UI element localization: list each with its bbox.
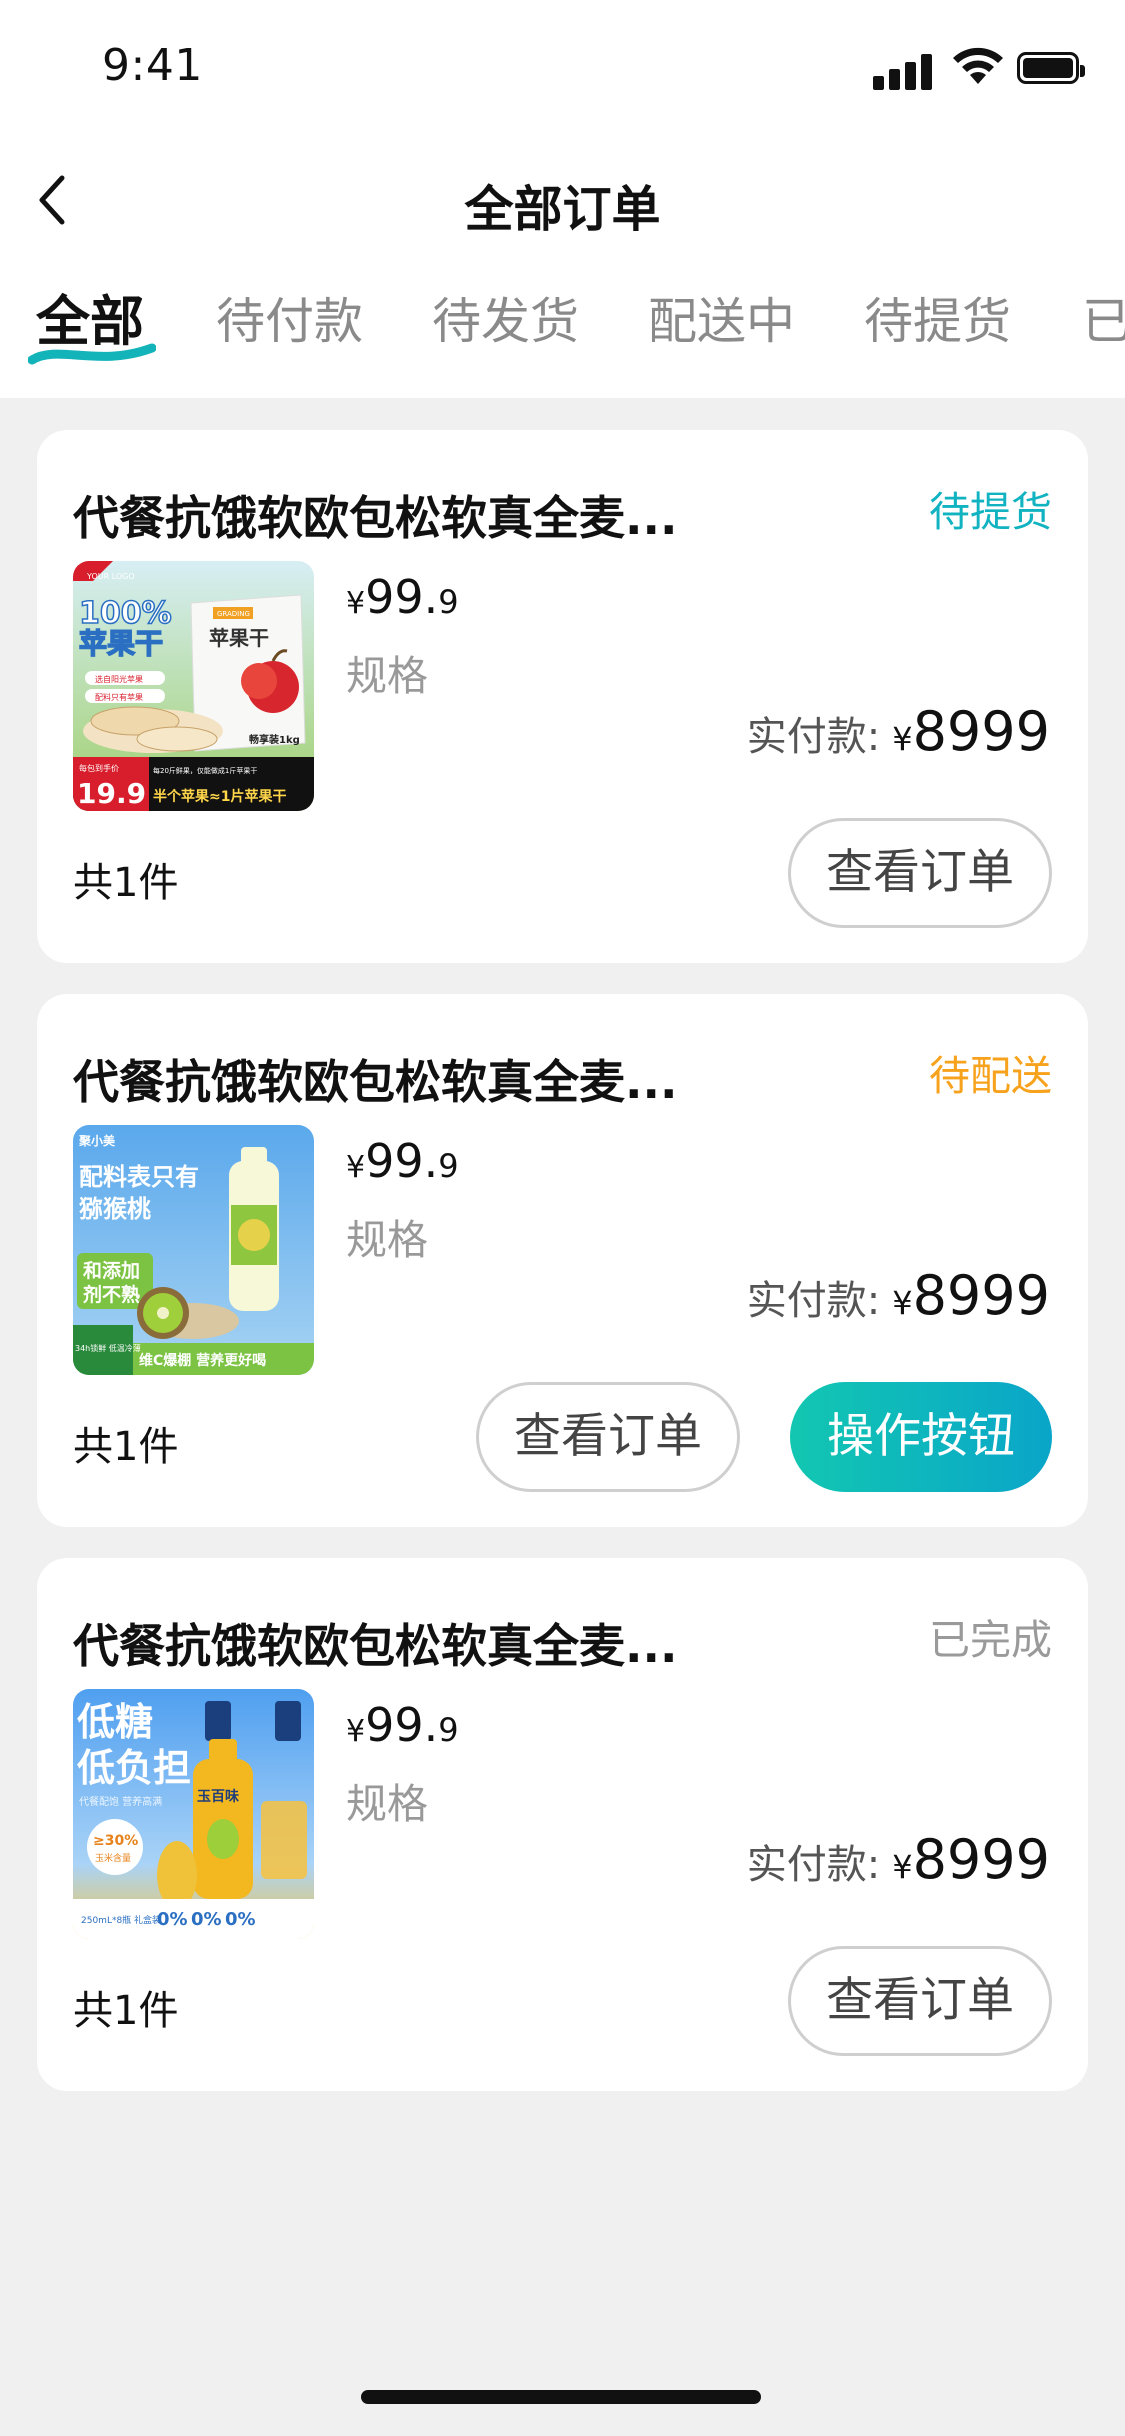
order-title: 代餐抗饿软欧包松软真全麦... [73, 1619, 678, 1673]
price-integer: 99. [365, 570, 439, 624]
tab-completed[interactable]: 已 [1082, 288, 1125, 360]
image-badge-text: 玉米含量 [95, 1852, 131, 1864]
image-bottle-label: 玉百味 [197, 1789, 239, 1805]
page-title: 全部订单 [464, 181, 661, 238]
signal-icon [873, 76, 884, 90]
order-title: 代餐抗饿软欧包松软真全麦... [73, 1055, 678, 1109]
signal-icon [905, 62, 916, 90]
view-order-button[interactable]: 查看订单 [788, 1946, 1052, 2056]
paid-value: 8999 [912, 1264, 1050, 1327]
image-footer: 半个苹果≈1片苹果干 [153, 788, 286, 805]
unit-price: ¥99.9 [346, 1698, 459, 1752]
image-line: 配料表只有 [79, 1163, 199, 1191]
image-bag-title: 苹果干 [209, 626, 269, 650]
battery-icon [1017, 52, 1085, 84]
order-title: 代餐抗饿软欧包松软真全麦... [73, 491, 678, 545]
image-price: 19.9 [77, 777, 146, 810]
image-logo: YOUR LOGO [86, 572, 135, 581]
image-footer: 维C爆棚 营养更好喝 [139, 1352, 266, 1369]
image-zero: 0% [225, 1909, 256, 1930]
image-sub: 代餐配饱 营养高满 [79, 1795, 162, 1808]
status-time: 9:41 [102, 40, 203, 91]
paid-label: 实付款: [746, 714, 881, 760]
image-line: 猕猴桃 [79, 1195, 151, 1223]
currency-symbol: ¥ [346, 1714, 366, 1749]
paid-label: 实付款: [746, 1842, 881, 1888]
paid-amount: 实付款: ¥8999 [747, 1828, 1050, 1891]
image-bullet: 选自阳光苹果 [95, 674, 143, 684]
action-button[interactable]: 操作按钮 [790, 1382, 1052, 1492]
product-image[interactable]: 聚小美 配料表只有 猕猴桃 和添加 剂不熟 34h锁鲜 低温冷薄 维C爆棚 营养… [73, 1125, 314, 1375]
order-status: 待提货 [929, 488, 1052, 536]
order-card[interactable]: 代餐抗饿软欧包松软真全麦... 待提货 YOUR LOGO 100% 苹果干 选… [37, 430, 1088, 963]
tab-pending-payment[interactable]: 待付款 [216, 288, 363, 360]
paid-label: 实付款: [746, 1278, 881, 1324]
signal-icon [889, 69, 900, 90]
product-image[interactable]: 低糖 低负担 代餐配饱 营养高满 ≥30% 玉米含量 玉百味 250mL*8瓶 … [73, 1689, 314, 1939]
image-corner: 34h锁鲜 低温冷薄 [75, 1343, 141, 1353]
currency-symbol: ¥ [892, 1848, 913, 1886]
currency-symbol: ¥ [892, 1284, 913, 1322]
unit-price: ¥99.9 [346, 1134, 459, 1188]
image-tag: 剂不熟 [83, 1283, 140, 1306]
image-zero: 0% [191, 1909, 222, 1930]
image-headline: 苹果干 [79, 627, 163, 660]
price-integer: 99. [365, 1134, 439, 1188]
image-brand: 聚小美 [78, 1133, 116, 1148]
tab-delivering[interactable]: 配送中 [648, 288, 795, 360]
item-count: 共1件 [73, 860, 179, 906]
home-indicator[interactable] [361, 2390, 761, 2404]
paid-value: 8999 [912, 1828, 1050, 1891]
image-pack: 畅享装1kg [249, 733, 300, 746]
paid-amount: 实付款: ¥8999 [747, 1264, 1050, 1327]
order-status: 已完成 [929, 1616, 1052, 1664]
unit-price: ¥99.9 [346, 570, 459, 624]
view-order-button[interactable]: 查看订单 [476, 1382, 740, 1492]
image-badge-pct: ≥30% [93, 1833, 138, 1849]
image-line: 低糖 [77, 1700, 153, 1744]
image-line: 低负担 [77, 1746, 191, 1790]
product-spec: 规格 [346, 652, 428, 700]
order-card[interactable]: 代餐抗饿软欧包松软真全麦... 已完成 低糖 低负担 代餐配饱 营养高满 ≥30… [37, 1558, 1088, 2091]
status-icons [873, 46, 1085, 90]
product-spec: 规格 [346, 1780, 428, 1828]
paid-value: 8999 [912, 700, 1050, 763]
product-spec: 规格 [346, 1216, 428, 1264]
active-tab-indicator [28, 343, 156, 365]
image-pack: 250mL*8瓶 礼盒装 [81, 1914, 161, 1926]
image-zero: 0% [157, 1909, 188, 1930]
order-tabs: 全部 待付款 待发货 配送中 待提货 已 [0, 288, 1125, 368]
item-count: 共1件 [73, 1988, 179, 2034]
order-card[interactable]: 代餐抗饿软欧包松软真全麦... 待配送 聚小美 配料表只有 猕猴桃 和添加 剂不… [37, 994, 1088, 1527]
currency-symbol: ¥ [346, 586, 366, 621]
image-badge: 100% [79, 596, 172, 631]
price-decimal: 9 [438, 1147, 459, 1185]
item-count: 共1件 [73, 1424, 179, 1470]
price-decimal: 9 [438, 1711, 459, 1749]
image-bullet: 配料只有苹果 [95, 692, 143, 702]
tab-pending-shipment[interactable]: 待发货 [432, 288, 579, 360]
image-promo: 每20斤鲜果，仅能做成1斤苹果干 [153, 766, 257, 775]
view-order-button[interactable]: 查看订单 [788, 818, 1052, 928]
image-tag: 和添加 [83, 1259, 140, 1282]
currency-symbol: ¥ [346, 1150, 366, 1185]
currency-symbol: ¥ [892, 720, 913, 758]
price-decimal: 9 [438, 583, 459, 621]
tab-pending-pickup[interactable]: 待提货 [864, 288, 1011, 360]
product-image[interactable]: YOUR LOGO 100% 苹果干 选自阳光苹果 配料只有苹果 GRADING… [73, 561, 314, 811]
order-status: 待配送 [929, 1052, 1052, 1100]
signal-icon [921, 54, 932, 90]
image-bag-brand: GRADING [217, 610, 250, 618]
paid-amount: 实付款: ¥8999 [747, 700, 1050, 763]
price-integer: 99. [365, 1698, 439, 1752]
image-price-tag: 每包到手价 [79, 763, 119, 773]
wifi-icon [953, 47, 1003, 84]
